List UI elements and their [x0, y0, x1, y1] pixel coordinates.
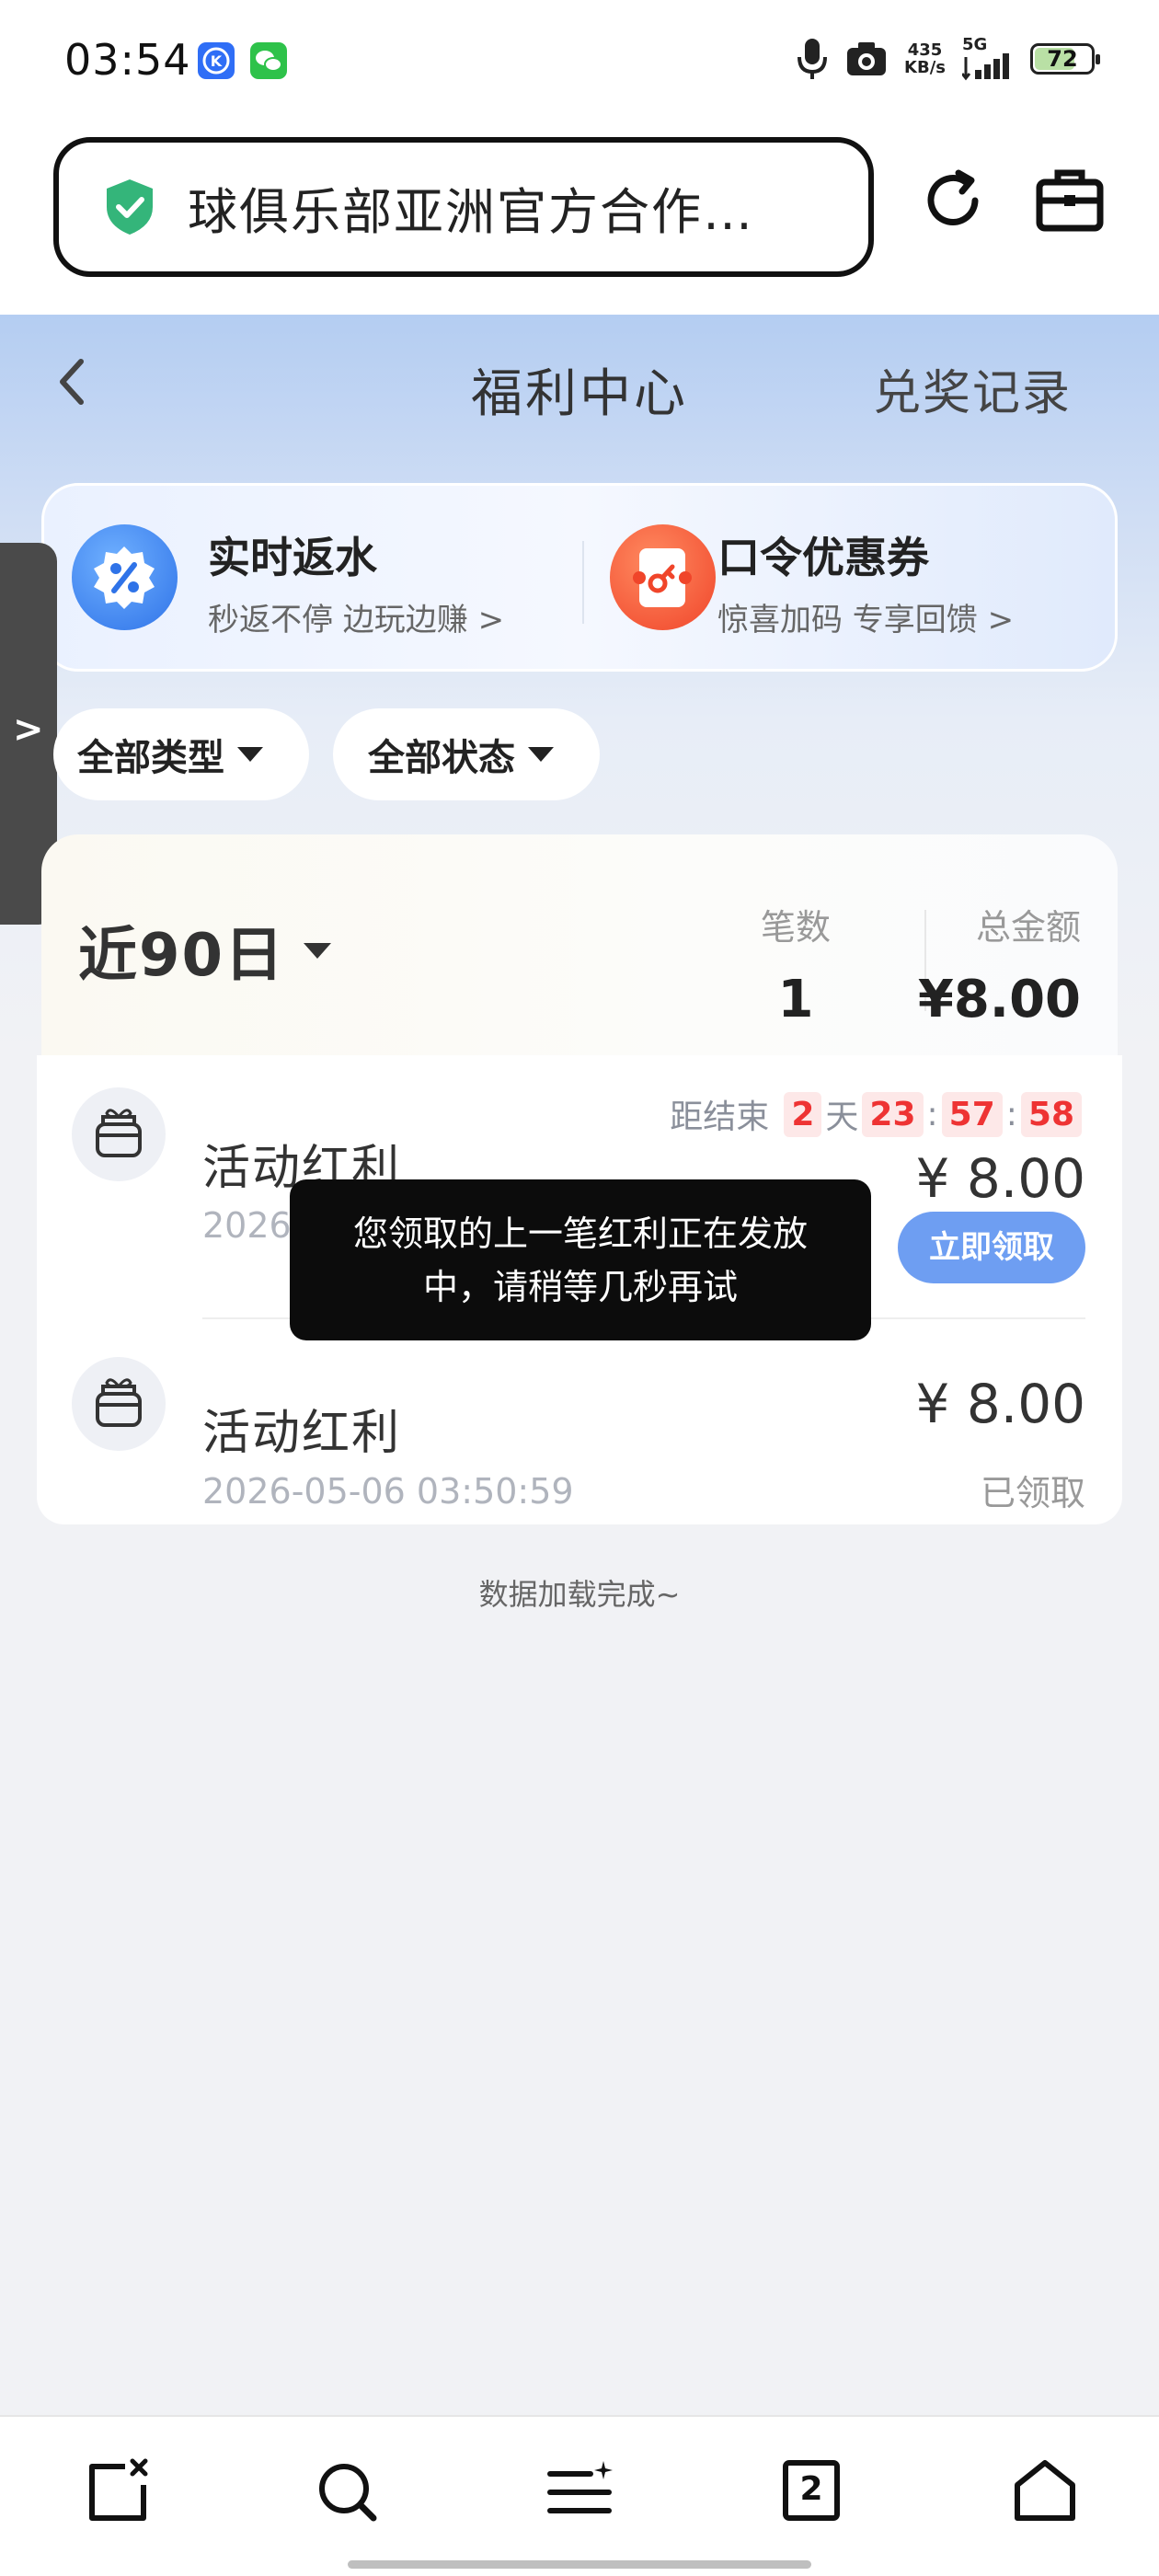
coupon-subtitle: 惊喜加码 专享回馈 > [717, 602, 1015, 638]
shield-check-icon [107, 179, 153, 235]
count-value: 1 [777, 970, 814, 1029]
search-icon[interactable] [311, 2454, 384, 2527]
menu-icon[interactable] [543, 2454, 616, 2527]
browser-toolbar: 球俱乐部亚洲官方合作… [0, 124, 1159, 315]
total-value: ¥8.00 [917, 970, 1081, 1029]
caret-down-icon [528, 747, 554, 762]
countdown-minutes: 57 [941, 1091, 1003, 1137]
caret-down-icon [304, 942, 332, 959]
date-range-label: 近90日 [78, 922, 286, 990]
gift-box-icon [72, 1087, 166, 1181]
claimed-status: 已领取 [980, 1473, 1085, 1513]
tabs-count: 2 [799, 2470, 823, 2508]
coupon-entry[interactable]: 口令优惠券 惊喜加码 专享回馈 > [582, 486, 1120, 669]
app-notification-icon: K [198, 42, 235, 79]
countdown-days: 2 [784, 1091, 822, 1137]
home-indicator[interactable] [348, 2560, 811, 2569]
item-amount: ¥ 8.00 [915, 1147, 1085, 1210]
caret-down-icon [237, 747, 263, 762]
countdown-seconds: 58 [1020, 1091, 1082, 1137]
countdown-label: 距结束 [670, 1098, 770, 1136]
home-icon[interactable] [1008, 2454, 1082, 2527]
item-date: 2026-05-06 03:50:59 [202, 1471, 574, 1512]
rebate-title: 实时返水 [208, 533, 377, 582]
coupon-key-icon [610, 524, 716, 630]
coupon-title: 口令优惠券 [717, 533, 929, 582]
battery-icon: 72 [1030, 43, 1100, 75]
promo-card: 实时返水 秒返不停 边玩边赚 > 口令优惠券 惊喜加码 专享回馈 > [41, 483, 1118, 672]
refresh-icon[interactable] [918, 166, 988, 236]
percent-badge-icon [72, 524, 178, 630]
count-label: 笔数 [760, 907, 831, 948]
gift-box-icon [72, 1357, 166, 1451]
network-type: 5G [962, 35, 988, 54]
camera-icon [847, 42, 887, 75]
countdown-timer: 距结束 2 天 23: 57: 58 [670, 1090, 1085, 1138]
toast-message: 您领取的上一笔红利正在发放中，请稍等几秒再试 [290, 1179, 871, 1340]
item-title: 活动红利 [202, 1406, 402, 1461]
page-url-title: 球俱乐部亚洲官方合作… [188, 182, 754, 241]
new-page-icon[interactable] [81, 2454, 155, 2527]
address-bar[interactable]: 球俱乐部亚洲官方合作… [53, 137, 874, 277]
claim-now-button[interactable]: 立即领取 [898, 1212, 1085, 1283]
total-label: 总金额 [975, 907, 1081, 948]
wechat-icon [250, 42, 287, 79]
countdown-hours: 23 [862, 1091, 924, 1137]
summary-panel: 近90日 笔数 1 总金额 ¥8.00 [41, 834, 1118, 1055]
rebate-entry[interactable]: 实时返水 秒返不停 边玩边赚 > [44, 486, 582, 669]
bottom-navigation: 2 [0, 2415, 1159, 2576]
network-speed: 435 KB/s [904, 40, 946, 77]
list-item: 活动红利 2026-05-06 03:50:59 ¥ 8.00 已领取 [37, 1322, 1122, 1589]
count-summary: 笔数 1 [722, 899, 869, 1029]
chevron-right-icon: > [13, 708, 44, 751]
status-bar: 03:54 K 435 KB/s 5G 72 [0, 0, 1159, 124]
redemption-records-link[interactable]: 兑奖记录 [873, 354, 1072, 423]
item-amount: ¥ 8.00 [915, 1373, 1085, 1435]
status-time: 03:54 [64, 35, 191, 85]
microphone-icon [798, 39, 828, 79]
load-complete-text: 数据加载完成~ [478, 1577, 681, 1612]
svg-text:K: K [211, 52, 223, 70]
rebate-subtitle: 秒返不停 边玩边赚 > [208, 602, 505, 638]
countdown-day-unit: 天 [825, 1098, 859, 1136]
date-range-selector[interactable]: 近90日 [78, 908, 332, 993]
type-filter[interactable]: 全部类型 [53, 708, 309, 800]
signal-icon [962, 53, 1009, 81]
type-filter-label: 全部类型 [77, 737, 224, 779]
status-filter-label: 全部状态 [368, 737, 515, 779]
item-date: 2026- [202, 1205, 304, 1246]
tabs-button[interactable]: 2 [775, 2454, 848, 2527]
toolbox-icon[interactable] [1034, 166, 1106, 236]
status-filter[interactable]: 全部状态 [333, 708, 600, 800]
total-summary: 总金额 ¥8.00 [897, 899, 1081, 1029]
